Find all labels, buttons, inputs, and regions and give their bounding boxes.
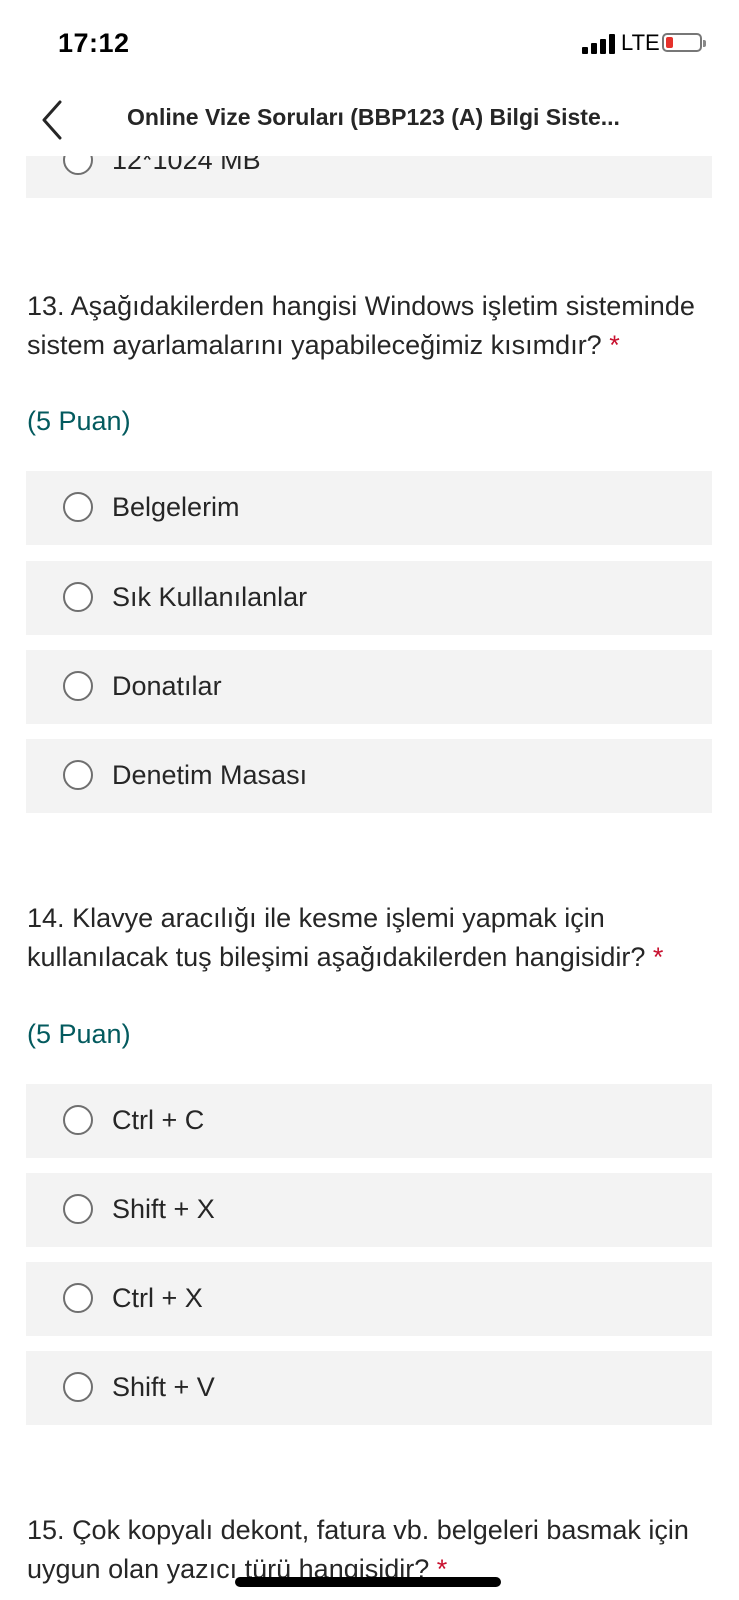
option-label: Shift + X [112, 1194, 215, 1224]
option-label: Shift + V [112, 1372, 215, 1402]
option-ctrl-c[interactable]: Ctrl + C [26, 1084, 712, 1158]
status-bar: 17:12 LTE [0, 0, 739, 90]
radio-icon[interactable] [63, 671, 93, 701]
back-button[interactable] [36, 98, 76, 142]
option-belgelerim[interactable]: Belgelerim [26, 471, 712, 545]
option-label: Denetim Masası [112, 760, 308, 790]
option-sik-kullanilanlar[interactable]: Sık Kullanılanlar [26, 561, 712, 635]
question-14-points: (5 Puan) [27, 1019, 131, 1049]
chevron-left-icon [42, 100, 62, 140]
option-label: Belgelerim [112, 492, 240, 522]
radio-icon[interactable] [63, 1283, 93, 1313]
cellular-signal-icon [582, 34, 615, 54]
option-label: 12*1024 MB [112, 156, 261, 175]
radio-icon[interactable] [63, 760, 93, 790]
option-label: Donatılar [112, 671, 222, 701]
option-ctrl-x[interactable]: Ctrl + X [26, 1262, 712, 1336]
option-label: Sık Kullanılanlar [112, 582, 308, 612]
radio-icon[interactable] [63, 156, 93, 175]
radio-icon[interactable] [63, 1105, 93, 1135]
radio-icon[interactable] [63, 492, 93, 522]
battery-icon [662, 33, 706, 52]
network-type: LTE [621, 30, 660, 55]
question-13-text: 13. Aşağıdakilerden hangisi Windows işle… [27, 291, 695, 360]
status-time: 17:12 [58, 28, 130, 58]
option-denetim-masasi[interactable]: Denetim Masası [26, 739, 712, 813]
form-content: 12*1024 MB 13. Aşağıdakilerden hangisi W… [0, 156, 739, 1600]
option-shift-x[interactable]: Shift + X [26, 1173, 712, 1247]
question-13-points: (5 Puan) [27, 406, 131, 436]
option-12-1024-mb[interactable]: 12*1024 MB [26, 156, 712, 198]
home-indicator[interactable] [235, 1577, 501, 1587]
required-marker: * [652, 942, 664, 972]
page-title: Online Vize Soruları (BBP123 (A) Bilgi S… [127, 104, 620, 130]
option-label: Ctrl + C [112, 1105, 205, 1135]
radio-icon[interactable] [63, 582, 93, 612]
question-14-text: 14. Klavye aracılığı ile kesme işlemi ya… [27, 903, 664, 972]
option-label: Ctrl + X [112, 1283, 203, 1313]
radio-icon[interactable] [63, 1372, 93, 1402]
nav-bar: Online Vize Soruları (BBP123 (A) Bilgi S… [0, 90, 739, 156]
required-marker: * [609, 330, 620, 360]
option-shift-v[interactable]: Shift + V [26, 1351, 712, 1425]
radio-icon[interactable] [63, 1194, 93, 1224]
option-donatilar[interactable]: Donatılar [26, 650, 712, 724]
